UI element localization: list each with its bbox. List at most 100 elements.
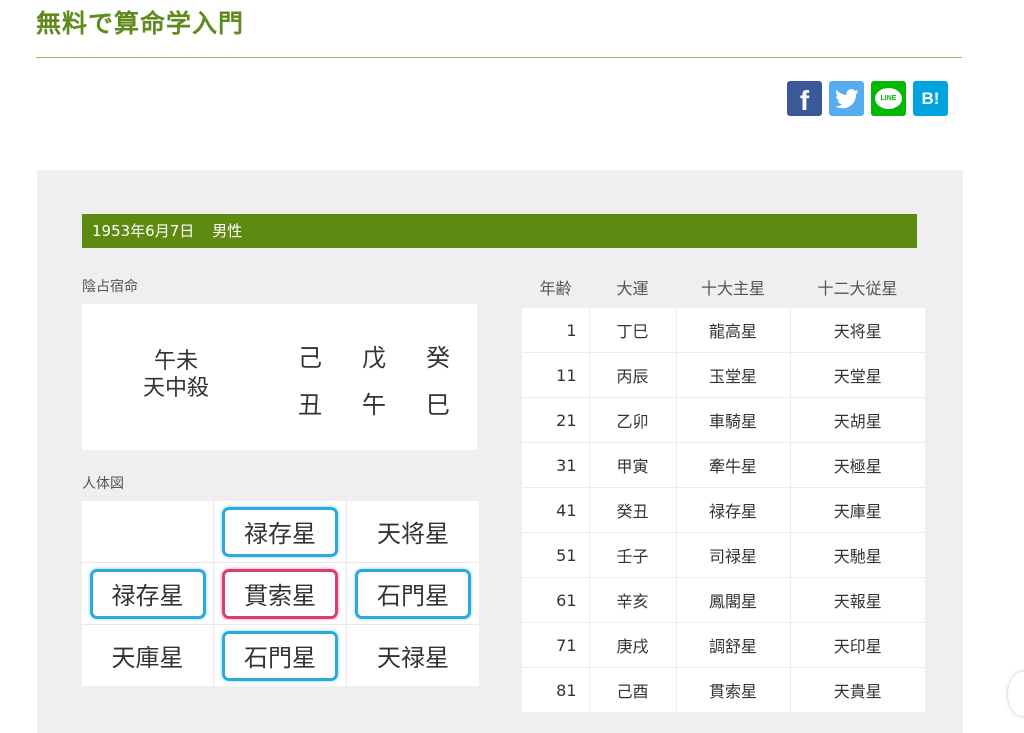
insen-label: 陰占宿命: [82, 279, 138, 295]
insen-box: 午未 天中殺 己 戊 癸 丑 午 巳: [82, 304, 477, 450]
cell-age: 71: [522, 622, 590, 668]
jintai-cell: 石門星: [214, 625, 346, 686]
cell-age: 81: [522, 667, 590, 713]
site-title[interactable]: 無料で算命学入門: [36, 4, 244, 40]
branch-day: 丑: [298, 391, 322, 419]
cell-judai-shusei: 玉堂星: [676, 352, 791, 398]
header-judai-shusei: 十大主星: [700, 279, 765, 298]
jintai-cell: 天禄星: [347, 625, 479, 686]
jintai-cell: 貫索星: [214, 563, 346, 624]
stem-day: 己: [298, 344, 322, 372]
title-divider: [36, 57, 962, 58]
cell-judai-shusei: 貫索星: [676, 667, 791, 713]
tenchusatsu-branches: 午未: [153, 349, 198, 374]
cell-juni-jusei: 天印星: [790, 622, 925, 668]
cell-judai-shusei: 禄存星: [676, 487, 791, 533]
cell-juni-jusei: 天報星: [790, 577, 925, 623]
cell-juni-jusei: 天馳星: [790, 532, 925, 578]
jintai-star: [90, 507, 206, 557]
cell-judai-shusei: 車騎星: [676, 397, 791, 443]
hatena-icon: B!: [921, 88, 940, 108]
stem-month: 戊: [362, 344, 386, 372]
cell-age: 31: [522, 442, 590, 488]
table-row: 81 己酉 貫索星 天貴星: [522, 667, 925, 713]
cell-age: 21: [522, 397, 590, 443]
cell-daiun: 乙卯: [589, 397, 677, 443]
table-row: 21 乙卯 車騎星 天胡星: [522, 397, 925, 443]
birthdate: 1953年6月7日: [92, 222, 195, 240]
scroll-to-top-button[interactable]: [1008, 672, 1024, 716]
cell-juni-jusei: 天堂星: [790, 352, 925, 398]
result-panel: 1953年6月7日 男性 陰占宿命 午未 天中殺 己 戊 癸 丑 午 巳 人体図 …: [37, 170, 963, 733]
earthly-branches-row: 丑 午 巳: [278, 385, 470, 420]
jintai-cell: 天庫星: [82, 625, 213, 686]
header-juni-jusei: 十二大従星: [817, 279, 898, 298]
cell-daiun: 庚戌: [589, 622, 677, 668]
jintai-star-highlighted: 貫索星: [222, 568, 338, 619]
jintai-cell: 石門星: [347, 563, 479, 624]
jintai-star-highlighted: 石門星: [355, 568, 471, 619]
heavenly-stems-row: 己 戊 癸: [278, 338, 470, 373]
table-row: 31 甲寅 牽牛星 天極星: [522, 442, 925, 488]
jintai-cell: [82, 501, 213, 562]
jintai-star-highlighted: 禄存星: [89, 568, 206, 619]
cell-juni-jusei: 天庫星: [790, 487, 925, 533]
jintai-label: 人体図: [82, 476, 124, 492]
cell-judai-shusei: 調舒星: [676, 622, 791, 668]
cell-judai-shusei: 鳳閣星: [676, 577, 791, 623]
cell-juni-jusei: 天極星: [790, 442, 925, 488]
line-icon: LINE: [875, 88, 902, 109]
table-row: 51 壬子 司禄星 天馳星: [522, 532, 925, 578]
jintai-grid: 禄存星 天将星 禄存星 貫索星 石門星 天庫星 石門星 天禄星: [82, 501, 479, 686]
header-age: 年齢: [539, 279, 572, 298]
table-row: 71 庚戌 調舒星 天印星: [522, 622, 925, 668]
cell-judai-shusei: 司禄星: [676, 532, 791, 578]
cell-age: 51: [522, 532, 590, 578]
cell-juni-jusei: 天将星: [790, 308, 925, 353]
cell-age: 41: [522, 487, 590, 533]
jintai-star-highlighted: 禄存星: [222, 506, 338, 557]
table-row: 1 丁巳 龍高星 天将星: [522, 308, 925, 353]
tenchusatsu: 午未 天中殺: [122, 348, 230, 402]
jintai-star: 天禄星: [377, 644, 449, 672]
tenchusatsu-label: 天中殺: [142, 376, 209, 401]
cell-daiun: 己酉: [589, 667, 677, 713]
gender: 男性: [212, 222, 243, 240]
branch-month: 午: [362, 391, 386, 419]
jintai-cell: 禄存星: [82, 563, 213, 624]
fortune-header-row: 年齢 大運 十大主星 十二大従星: [522, 266, 925, 308]
stem-year: 癸: [426, 344, 450, 372]
table-row: 41 癸丑 禄存星 天庫星: [522, 487, 925, 533]
cell-daiun: 丁巳: [589, 308, 677, 353]
jintai-cell: 禄存星: [214, 501, 346, 562]
cell-judai-shusei: 牽牛星: [676, 442, 791, 488]
hatena-bookmark-button[interactable]: B!: [913, 81, 948, 116]
twitter-icon: [834, 88, 859, 108]
line-share-button[interactable]: LINE: [871, 81, 906, 116]
cell-daiun: 壬子: [589, 532, 677, 578]
cell-age: 1: [522, 308, 590, 353]
cell-juni-jusei: 天貴星: [790, 667, 925, 713]
share-buttons: f LINE B!: [787, 81, 948, 116]
fortune-table: 年齢 大運 十大主星 十二大従星 1 丁巳 龍高星 天将星 11 丙辰 玉堂星 天堂星 21 乙卯…: [522, 266, 925, 713]
header-daiun: 大運: [616, 279, 649, 298]
cell-daiun: 辛亥: [589, 577, 677, 623]
jintai-star: 天将星: [377, 520, 449, 548]
cell-age: 11: [522, 352, 590, 398]
facebook-icon: f: [799, 84, 810, 116]
cell-judai-shusei: 龍高星: [676, 308, 791, 353]
cell-juni-jusei: 天胡星: [790, 397, 925, 443]
table-row: 61 辛亥 鳳閣星 天報星: [522, 577, 925, 623]
branch-year: 巳: [426, 391, 450, 419]
table-row: 11 丙辰 玉堂星 天堂星: [522, 352, 925, 398]
cell-age: 61: [522, 577, 590, 623]
jintai-star: 天庫星: [111, 644, 184, 672]
jintai-cell: 天将星: [347, 501, 479, 562]
cell-daiun: 甲寅: [589, 442, 677, 488]
profile-header: 1953年6月7日 男性: [82, 214, 917, 248]
cell-daiun: 癸丑: [589, 487, 677, 533]
facebook-share-button[interactable]: f: [787, 81, 822, 116]
cell-daiun: 丙辰: [589, 352, 677, 398]
jintai-star-highlighted: 石門星: [222, 630, 338, 681]
twitter-share-button[interactable]: [829, 81, 864, 116]
